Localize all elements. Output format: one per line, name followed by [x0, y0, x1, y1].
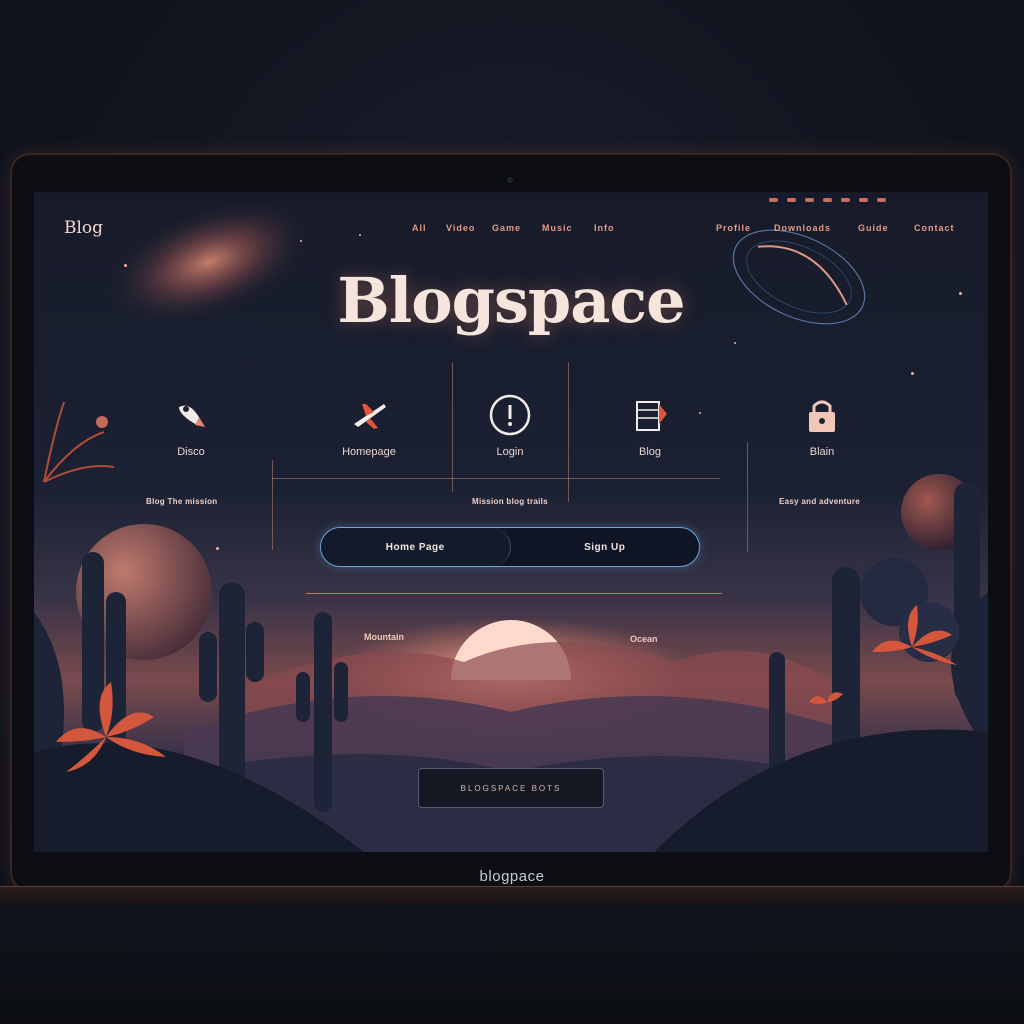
nav-item-profile[interactable]: Profile	[716, 223, 751, 233]
scene-label-right: Ocean	[630, 634, 658, 644]
feature-label: Blog	[638, 446, 662, 458]
divider	[306, 593, 722, 594]
nav-item-music[interactable]: Music	[542, 223, 573, 233]
cta-button[interactable]: BLOGSPACE BOTS	[418, 768, 604, 808]
feature-description-left: Blog The mission	[146, 497, 218, 506]
status-indicator	[769, 198, 778, 202]
status-indicator	[859, 198, 868, 202]
feature-login[interactable]: Login	[450, 392, 570, 458]
status-indicator	[823, 198, 832, 202]
webcam-icon	[507, 177, 513, 183]
star	[911, 372, 914, 375]
star	[359, 234, 361, 236]
nav-item-downloads[interactable]: Downloads	[774, 223, 831, 233]
nav-item-contact[interactable]: Contact	[914, 223, 955, 233]
grid-line	[272, 478, 720, 479]
frond-left	[43, 401, 115, 483]
rocket-icon	[168, 392, 214, 438]
airplane-icon	[346, 392, 392, 438]
feature-homepage[interactable]: Homepage	[309, 392, 429, 458]
status-indicator	[877, 198, 886, 202]
star	[300, 240, 302, 242]
feature-label: Blain	[809, 446, 835, 458]
nav-item-game[interactable]: Game	[492, 223, 521, 233]
nav-item-all[interactable]: All	[412, 223, 427, 233]
hero-title: Blogspace	[337, 264, 685, 337]
feature-description-center: Mission blog trails	[472, 497, 548, 506]
device-brand: blogpace	[479, 868, 545, 885]
action-toggle: Home Page Sign Up	[320, 527, 700, 567]
signup-button[interactable]: Sign Up	[511, 528, 700, 566]
grid-line	[747, 442, 748, 552]
status-indicator	[787, 198, 796, 202]
homepage-button[interactable]: Home Page	[321, 528, 511, 566]
feature-label: Disco	[177, 446, 205, 458]
screen: Blog All Video Game Music Info Profile D…	[34, 192, 988, 852]
laptop-base	[0, 886, 1024, 905]
grid-line	[272, 460, 273, 550]
notebook-icon	[627, 392, 673, 438]
feature-blog[interactable]: Blog	[590, 392, 710, 458]
status-indicator	[841, 198, 850, 202]
site-logo[interactable]: Blog	[64, 218, 103, 238]
feature-blain[interactable]: Blain	[762, 392, 882, 458]
star	[734, 342, 736, 344]
feature-label: Homepage	[342, 446, 396, 458]
alert-icon	[487, 392, 533, 438]
floor	[0, 904, 1024, 1024]
status-indicator	[805, 198, 814, 202]
nav-item-guide[interactable]: Guide	[858, 223, 889, 233]
nav-item-video[interactable]: Video	[446, 223, 475, 233]
status-bar	[769, 198, 886, 202]
feature-description-right: Easy and adventure	[779, 497, 860, 506]
nav-item-info[interactable]: Info	[594, 223, 615, 233]
scene-label-left: Mountain	[364, 632, 404, 642]
padlock-icon	[799, 392, 845, 438]
star	[216, 547, 219, 550]
feature-label: Login	[496, 446, 524, 458]
feature-disco[interactable]: Disco	[131, 392, 251, 458]
